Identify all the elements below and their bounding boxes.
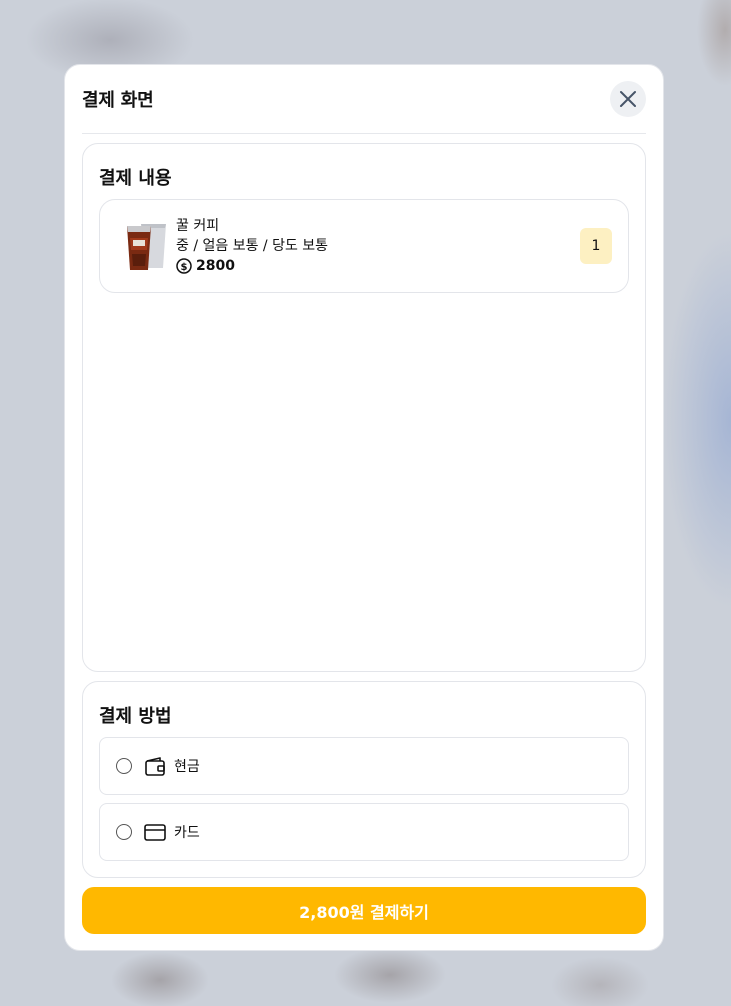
pay-button[interactable]: 2,800원 결제하기 [82,887,646,934]
order-item: 꿀 커피 중 / 얼음 보통 / 당도 보통 $ 2800 1 [99,199,629,293]
iced-coffee-cup-image [127,224,166,270]
credit-card-icon [144,821,166,843]
item-price-row: $ 2800 [176,257,580,275]
payment-option-label: 카드 [174,825,200,841]
item-price: 2800 [196,258,235,274]
quantity-badge: 1 [580,228,612,264]
payment-option-label: 현금 [174,759,200,775]
cash-radio[interactable] [116,758,132,774]
item-options: 중 / 얼음 보통 / 당도 보통 [176,238,329,254]
payment-method-title: 결제 방법 [99,706,172,727]
card-radio[interactable] [116,824,132,840]
svg-text:$: $ [181,262,188,273]
order-summary-section: 결제 내용 꿀 커피 중 / 얼음 보통 / 당도 보통 $ 2800 1 [82,143,646,672]
item-info: 꿀 커피 중 / 얼음 보통 / 당도 보통 $ 2800 [176,217,580,275]
close-button[interactable] [610,81,646,117]
modal-title: 결제 화면 [82,90,154,111]
payment-modal: 결제 화면 결제 내용 꿀 커피 중 / 얼음 보통 / 당도 보통 $ 280… [64,64,664,951]
payment-method-section: 결제 방법 현금 카드 [82,681,646,878]
dollar-circle-icon: $ [176,258,192,274]
item-name: 꿀 커피 [176,218,220,234]
wallet-icon [144,755,166,777]
modal-header: 결제 화면 [82,65,646,134]
close-icon [620,91,636,107]
order-summary-title: 결제 내용 [99,168,172,189]
payment-option-card[interactable]: 카드 [99,803,629,861]
payment-option-cash[interactable]: 현금 [99,737,629,795]
